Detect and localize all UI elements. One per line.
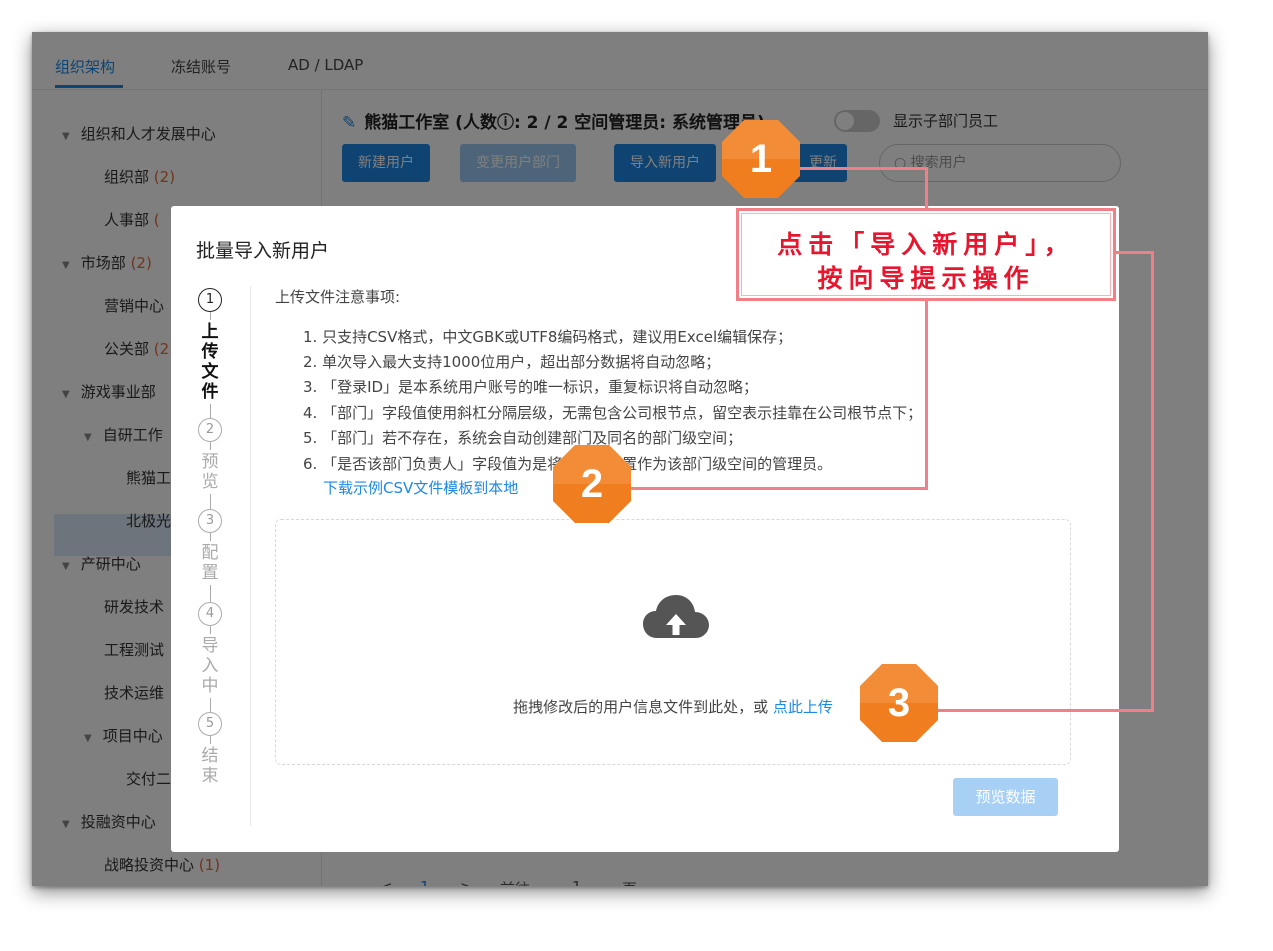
badge-number: 2 bbox=[580, 462, 604, 506]
step-connector bbox=[210, 736, 211, 744]
dropzone-hint: 拖拽修改后的用户信息文件到此处，或 bbox=[513, 698, 773, 716]
annotation-connector bbox=[1151, 251, 1154, 712]
dropzone-text: 拖拽修改后的用户信息文件到此处，或 点此上传 bbox=[276, 696, 1070, 717]
note-item: 1. 只支持CSV格式，中文GBK或UTF8编码格式，建议用Excel编辑保存； bbox=[303, 328, 793, 346]
step-badge-2: 2 bbox=[551, 443, 633, 525]
annotation-connector bbox=[610, 487, 928, 490]
note-item: 4. 「部门」字段值使用斜杠分隔层级，无需包含公司根节点，留空表示挂靠在公司根节… bbox=[303, 404, 923, 422]
step-3-label: 配置 bbox=[201, 543, 219, 583]
dialog-title: 批量导入新用户 bbox=[196, 240, 330, 262]
step-connector bbox=[210, 533, 211, 541]
note-item: 3. 「登录ID」是本系统用户账号的唯一标识，重复标识将自动忽略； bbox=[303, 378, 759, 396]
step-connector bbox=[210, 698, 211, 712]
step-3-circle: 3 bbox=[198, 509, 222, 533]
step-4-label: 导入中 bbox=[201, 636, 219, 696]
annotation-connector bbox=[925, 167, 928, 209]
step-connector bbox=[210, 585, 211, 602]
step-4-circle: 4 bbox=[198, 602, 222, 626]
callout-line-1: 点击「导入新用户」， bbox=[777, 230, 1075, 259]
step-connector bbox=[210, 494, 211, 509]
import-users-dialog: 批量导入新用户 1 上传文件 2 预览 3 配置 4 导入中 5 结束 上传文件… bbox=[171, 206, 1119, 852]
note-item: 5. 「部门」若不存在，系统会自动创建部门及同名的部门级空间； bbox=[303, 429, 743, 447]
step-2-label: 预览 bbox=[201, 452, 219, 492]
step-2-circle: 2 bbox=[198, 418, 222, 442]
badge-number: 3 bbox=[887, 681, 911, 725]
step-1-label: 上传文件 bbox=[201, 322, 219, 402]
cloud-upload-icon bbox=[643, 595, 709, 638]
note-item: 2. 单次导入最大支持1000位用户，超出部分数据将自动忽略； bbox=[303, 353, 721, 371]
annotation-connector bbox=[920, 709, 1154, 712]
step-badge-1: 1 bbox=[720, 118, 802, 200]
annotation-callout: 点击「导入新用户」， 按向导提示操作 bbox=[736, 208, 1116, 301]
upload-dropzone[interactable]: 拖拽修改后的用户信息文件到此处，或 点此上传 bbox=[275, 519, 1071, 765]
click-upload-link[interactable]: 点此上传 bbox=[773, 698, 833, 716]
notes-heading: 上传文件注意事项: bbox=[275, 288, 401, 306]
badge-number: 1 bbox=[749, 137, 773, 181]
annotation-connector bbox=[1116, 251, 1154, 254]
callout-line-2: 按向导提示操作 bbox=[817, 264, 1035, 293]
step-5-label: 结束 bbox=[201, 746, 219, 786]
step-badge-3: 3 bbox=[858, 662, 940, 744]
preview-data-button[interactable]: 预览数据 bbox=[953, 778, 1058, 816]
step-connector bbox=[210, 626, 211, 634]
download-template-link[interactable]: 下载示例CSV文件模板到本地 bbox=[323, 477, 518, 498]
step-connector bbox=[210, 312, 211, 320]
steps-divider bbox=[250, 286, 251, 826]
annotation-connector bbox=[925, 300, 928, 490]
step-connector bbox=[210, 442, 211, 450]
step-1-circle: 1 bbox=[198, 288, 222, 312]
step-connector bbox=[210, 404, 211, 418]
step-5-circle: 5 bbox=[198, 712, 222, 736]
